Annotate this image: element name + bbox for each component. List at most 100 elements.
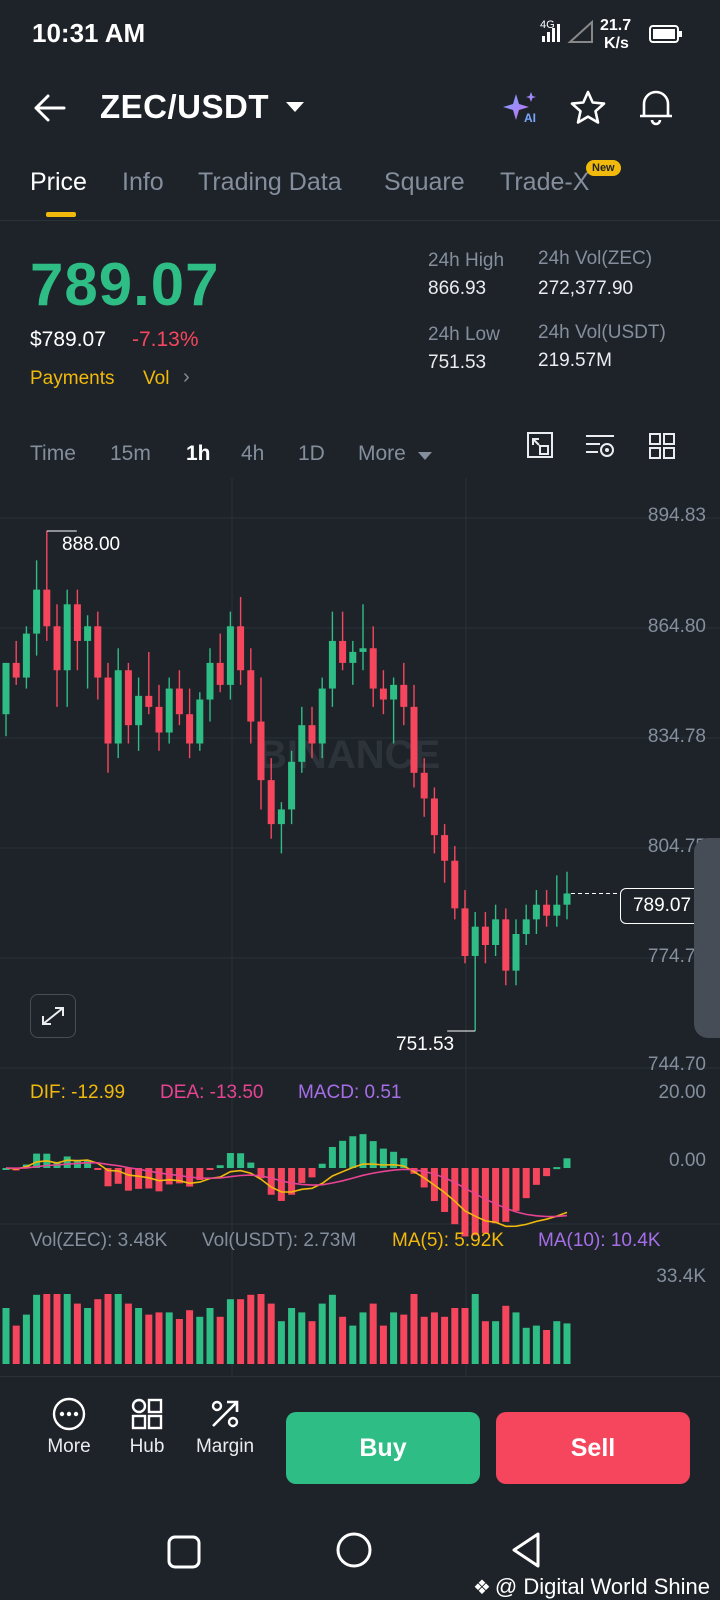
- candle-body: [84, 626, 92, 641]
- interval-1h[interactable]: 1h: [186, 442, 211, 466]
- speed-value: 21.7: [600, 17, 631, 34]
- volume-bar: [543, 1330, 551, 1364]
- recents-square-icon[interactable]: [166, 1534, 202, 1570]
- diamond-logo-icon: ❖: [472, 1577, 491, 1599]
- candle-body: [12, 662, 20, 678]
- macd-axis-label: 0.00: [669, 1150, 706, 1171]
- tab-trading-data[interactable]: Trading Data: [198, 168, 342, 197]
- volume-bar: [390, 1312, 398, 1364]
- volume-bar: [430, 1312, 438, 1364]
- candle-body: [410, 706, 418, 773]
- candle-body: [543, 904, 551, 916]
- tab-trade-x[interactable]: Trade-X: [500, 168, 589, 197]
- candle-body: [379, 688, 387, 700]
- price-axis-label: 864.80: [647, 616, 706, 637]
- volume-bar: [247, 1294, 255, 1364]
- volume-bar: [400, 1314, 408, 1364]
- volume-bar: [410, 1294, 418, 1364]
- tab-info[interactable]: Info: [122, 168, 164, 197]
- macd-bar: [206, 1168, 214, 1170]
- volume-bar: [84, 1308, 92, 1364]
- vol-usdt-label: Vol(USDT): 2.73M: [202, 1230, 357, 1251]
- macd-bar: [451, 1168, 459, 1225]
- candle-body: [267, 780, 275, 825]
- pair-title[interactable]: ZEC/USDT: [100, 88, 269, 126]
- candle-body: [53, 626, 61, 671]
- candle-body: [328, 640, 336, 689]
- macd-bar: [328, 1146, 336, 1168]
- grid-layout-icon[interactable]: [648, 432, 676, 460]
- macd-value-label: MACD: 0.51: [298, 1082, 402, 1103]
- candle-body: [145, 695, 153, 707]
- macd-bar: [63, 1156, 71, 1168]
- candle-body: [400, 684, 408, 707]
- macd-bar: [532, 1168, 540, 1185]
- volume-bar: [43, 1294, 51, 1364]
- volume-bar: [216, 1316, 224, 1364]
- interval-15m[interactable]: 15m: [110, 442, 151, 466]
- candle-body: [33, 589, 41, 634]
- volume-bar: [196, 1316, 204, 1364]
- sell-button[interactable]: Sell: [496, 1412, 690, 1484]
- interval-time[interactable]: Time: [30, 442, 76, 466]
- volume-bar: [328, 1294, 336, 1364]
- status-icons: 4G 21.7 K/s: [540, 17, 682, 52]
- new-badge: New: [586, 160, 621, 176]
- bell-icon[interactable]: [636, 86, 676, 128]
- chart-mode-icon[interactable]: [526, 430, 554, 460]
- interval-1d[interactable]: 1D: [298, 442, 325, 466]
- chevron-right-icon[interactable]: ›: [183, 366, 190, 389]
- stat-vol-zec-label: 24h Vol(ZEC): [538, 248, 653, 269]
- macd-bar: [247, 1162, 255, 1168]
- candle-body: [512, 934, 520, 971]
- hub-button[interactable]: Hub: [112, 1392, 182, 1458]
- payments-tag[interactable]: Payments: [30, 368, 114, 390]
- more-label: More: [47, 1436, 91, 1457]
- more-button[interactable]: More: [34, 1392, 104, 1458]
- macd-bar: [135, 1168, 143, 1189]
- interval-4h[interactable]: 4h: [241, 442, 264, 466]
- volume-bar: [135, 1308, 143, 1364]
- back-arrow-icon[interactable]: [30, 90, 70, 126]
- volume-bar: [481, 1321, 489, 1364]
- more-dots-icon: [52, 1397, 86, 1431]
- volume-bar: [22, 1314, 30, 1364]
- ai-sparkle-icon[interactable]: AI: [500, 88, 544, 128]
- volume-bar: [277, 1321, 285, 1364]
- volume-bar: [492, 1321, 500, 1364]
- tab-price[interactable]: Price: [30, 168, 87, 197]
- volume-bar: [104, 1294, 112, 1364]
- pair-dropdown-caret-icon[interactable]: [286, 102, 304, 112]
- candle-body: [257, 721, 265, 781]
- back-triangle-icon[interactable]: [506, 1530, 546, 1570]
- macd-bar: [339, 1140, 347, 1168]
- volume-bar: [522, 1327, 530, 1364]
- vol-zec-label: Vol(ZEC): 3.48K: [30, 1230, 168, 1251]
- chart-settings-icon[interactable]: [584, 432, 616, 460]
- vol-tag[interactable]: Vol: [143, 368, 169, 390]
- speed-unit: K/s: [604, 35, 629, 52]
- watermark-label: @ Digital World Shine: [494, 1574, 710, 1599]
- candle-body: [308, 725, 316, 744]
- buy-button[interactable]: Buy: [286, 1412, 480, 1484]
- star-icon[interactable]: [568, 88, 608, 128]
- tab-square[interactable]: Square: [384, 168, 465, 197]
- status-bar: 10:31 AM 4G 21.7 K/s: [0, 0, 720, 70]
- candle-body: [532, 904, 540, 920]
- volume-bar: [502, 1305, 510, 1364]
- hub-icon: [131, 1398, 163, 1430]
- macd-bar: [512, 1168, 520, 1211]
- home-circle-icon[interactable]: [334, 1530, 374, 1570]
- candle-body: [471, 926, 479, 956]
- interval-more[interactable]: More: [358, 442, 406, 466]
- stat-low-label: 24h Low: [428, 324, 500, 345]
- side-drawer-handle[interactable]: [694, 838, 720, 1038]
- candle-body: [247, 670, 255, 722]
- volume-bar: [298, 1312, 306, 1364]
- expand-chart-button[interactable]: [30, 994, 76, 1038]
- volume-bar: [532, 1325, 540, 1364]
- more-caret-icon[interactable]: [418, 452, 432, 460]
- margin-button[interactable]: Margin: [190, 1392, 260, 1458]
- macd-bar: [308, 1168, 316, 1178]
- candle-body: [2, 662, 10, 715]
